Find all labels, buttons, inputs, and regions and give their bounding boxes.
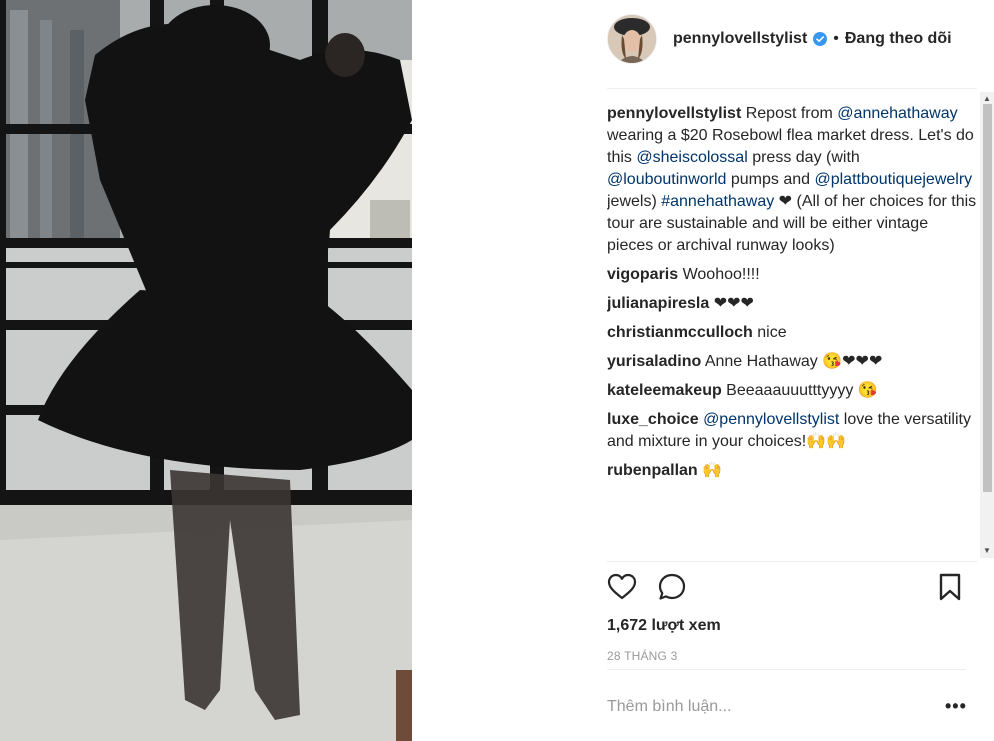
comments-divider [607,561,977,562]
comment-item: kateleemakeup Beeaaauuutttyyyy 😘 [607,380,977,402]
comment-text: Anne Hathaway 😘❤❤❤ [701,353,883,370]
comment-item: luxe_choice @pennylovellstylist love the… [607,409,977,453]
mention-annehathaway[interactable]: @annehathaway [837,105,957,122]
comment-item: vigoparis Woohoo!!!! [607,264,977,286]
comment-bubble-icon[interactable] [657,572,687,607]
mention-sheiscolossal[interactable]: @sheiscolossal [636,149,747,166]
caption-text-1: Repost from [741,105,838,122]
save-bookmark-icon[interactable] [938,572,962,607]
comment-username[interactable]: luxe_choice [607,411,699,428]
scroll-down-arrow-icon[interactable]: ▼ [982,547,992,555]
action-bar [607,572,967,606]
scroll-up-arrow-icon[interactable]: ▲ [982,95,992,103]
comments-scrollbar-thumb[interactable] [983,104,992,492]
comment-text: Woohoo!!!! [678,266,760,283]
comment-text: nice [752,324,787,341]
avatar[interactable] [607,14,657,64]
verified-badge-icon [813,32,828,46]
mention-pennylovellstylist[interactable]: @pennylovellstylist [703,411,839,428]
comment-username[interactable]: julianapiresla [607,295,709,312]
video-frame [0,0,412,741]
add-comment-input[interactable] [607,694,937,720]
post-date[interactable]: 28 THÁNG 3 [607,649,677,663]
comment-text: Beeaaauuutttyyyy 😘 [721,382,878,399]
caption-text-3: press day (with [747,149,860,166]
hashtag-annehathaway[interactable]: #annehathaway [661,193,774,210]
comment-username[interactable]: rubenpallan [607,462,698,479]
caption: pennylovellstylist Repost from @annehath… [607,103,977,257]
footer-divider [607,669,966,670]
comment-text: 🙌 [697,462,723,479]
comment-username[interactable]: christianmcculloch [607,324,753,341]
header-separator: • [833,30,839,47]
caption-author[interactable]: pennylovellstylist [607,105,741,122]
comment-username[interactable]: vigoparis [607,266,678,283]
comment-username[interactable]: yurisaladino [607,353,701,370]
mention-louboutinworld[interactable]: @louboutinworld [607,171,726,188]
comment-item: yurisaladino Anne Hathaway 😘❤❤❤ [607,351,977,373]
like-heart-icon[interactable] [607,572,637,607]
header-divider [607,88,977,89]
comment-item: rubenpallan 🙌 [607,460,977,482]
mention-plattboutiquejewelry[interactable]: @plattboutiquejewelry [814,171,972,188]
more-options-icon[interactable]: ••• [945,696,967,717]
following-button[interactable]: Đang theo dõi [845,30,952,48]
view-count[interactable]: 1,672 lượt xem [607,617,721,635]
comment-item: julianapiresla ❤❤❤ [607,293,977,315]
post-video[interactable] [0,0,412,741]
comments-list: pennylovellstylist Repost from @annehath… [607,103,977,558]
header-username[interactable]: pennylovellstylist [673,30,807,48]
caption-text-4: pumps and [726,171,815,188]
comment-item: christianmcculloch nice [607,322,977,344]
comment-username[interactable]: kateleemakeup [607,382,722,399]
comment-text: ❤❤❤ [709,295,754,312]
caption-text-5: jewels) [607,193,662,210]
post-header: pennylovellstylist • Đang theo dõi [607,14,952,64]
post-panel: pennylovellstylist • Đang theo dõi penny… [412,0,994,741]
